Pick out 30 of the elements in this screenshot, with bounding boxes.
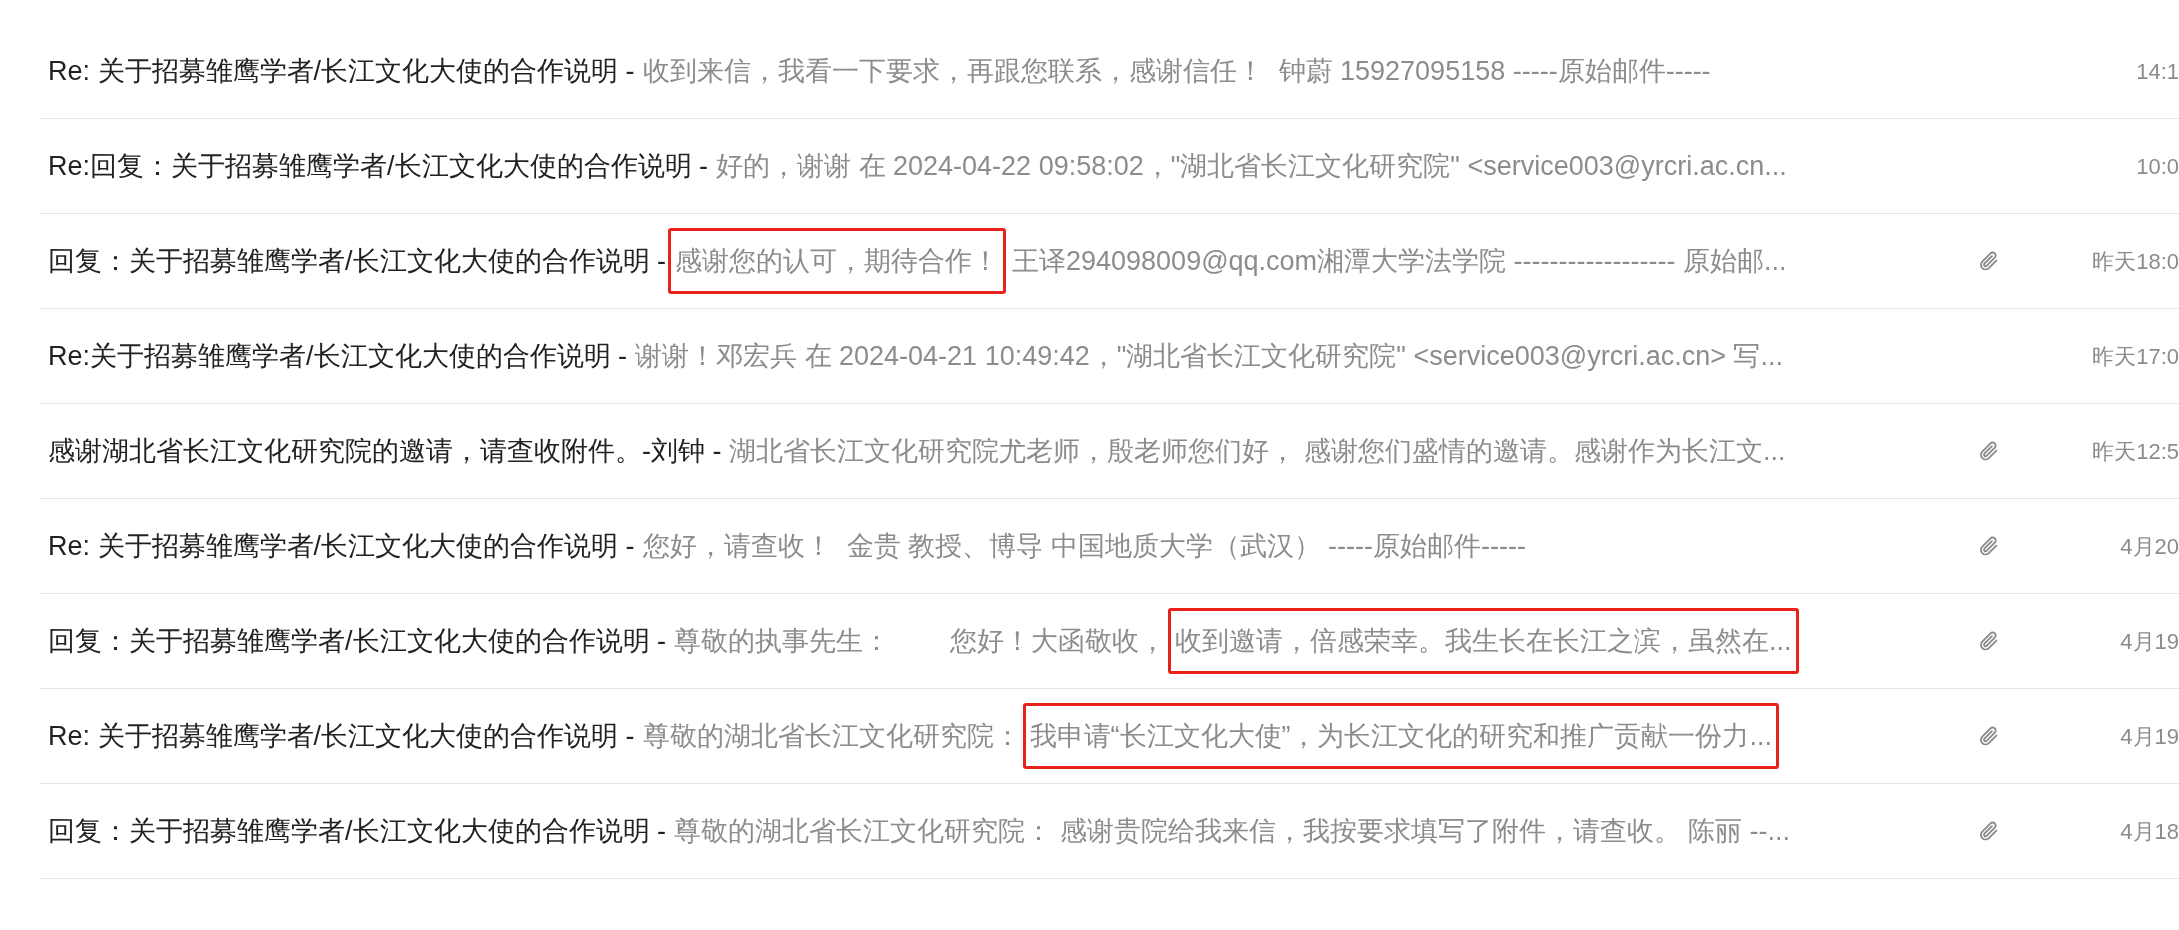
mail-subject[interactable]: 感谢湖北省长江文化研究院的邀请，请查收附件。-刘钟 - <box>48 430 722 472</box>
mail-preview: 尊敬的湖北省长江文化研究院： <box>642 719 1021 753</box>
mail-subject[interactable]: Re: 关于招募雏鹰学者/长江文化大使的合作说明 - <box>48 715 635 757</box>
highlighted-preview: 我申请“长江文化大使”，为长江文化的研究和推广贡献一份力... <box>1022 702 1779 770</box>
mail-subject[interactable]: 回复：关于招募雏鹰学者/长江文化大使的合作说明 - <box>48 620 666 662</box>
mail-preview: 湖北省长江文化研究院尤老师，殷老师您们好， 感谢您们盛情的邀请。感谢作为长江文... <box>729 434 1786 468</box>
mail-preview: 尊敬的执事先生： 您好！大函敬收， <box>674 624 1166 658</box>
mail-time: 昨天17:0 <box>2092 342 2179 371</box>
mail-time: 4月18 <box>2120 817 2179 846</box>
mail-preview: 王译294098009@qq.com湘潭大学法学院 ------------------ 原始邮... <box>1012 244 1787 278</box>
mail-subject[interactable]: Re: 关于招募雏鹰学者/长江文化大使的合作说明 - <box>48 525 635 567</box>
highlighted-preview: 感谢您的认可，期待合作！ <box>668 227 1006 295</box>
mail-preview: 尊敬的湖北省长江文化研究院： 感谢贵院给我来信，我按要求填写了附件，请查收。 陈丽 --... <box>674 814 1790 848</box>
mail-preview: 收到来信，我看一下要求，再跟您联系，感谢信任！ 钟蔚 15927095158 -----原始邮件----- <box>642 54 1711 88</box>
mail-time: 昨天12:5 <box>2092 437 2179 466</box>
mail-time: 10:0 <box>2136 152 2179 181</box>
mail-subject[interactable]: Re: 关于招募雏鹰学者/长江文化大使的合作说明 - <box>48 50 635 92</box>
mail-preview: 谢谢！邓宏兵 在 2024-04-21 10:49:42，"湖北省长江文化研究院" <service003@yrcri.ac.cn> 写... <box>635 339 1783 373</box>
mail-subject[interactable]: Re:回复：关于招募雏鹰学者/长江文化大使的合作说明 - <box>48 145 708 187</box>
mail-subject[interactable]: Re:关于招募雏鹰学者/长江文化大使的合作说明 - <box>48 335 627 377</box>
mail-subject[interactable]: 回复：关于招募雏鹰学者/长江文化大使的合作说明 - <box>48 240 666 282</box>
highlighted-preview: 收到邀请，倍感荣幸。我生长在长江之滨，虽然在... <box>1168 607 1799 675</box>
mail-subject[interactable]: 回复：关于招募雏鹰学者/长江文化大使的合作说明 - <box>48 810 666 852</box>
mail-time: 14:1 <box>2136 57 2179 86</box>
mail-preview: 好的，谢谢 在 2024-04-22 09:58:02，"湖北省长江文化研究院" <service003@yrcri.ac.cn... <box>716 149 1787 183</box>
mail-time: 昨天18:0 <box>2092 247 2179 276</box>
mail-preview: 您好，请查收！ 金贵 教授、博导 中国地质大学（武汉） -----原始邮件----- <box>642 529 1526 563</box>
mail-time: 4月19 <box>2120 627 2179 656</box>
mail-time: 4月19 <box>2120 722 2179 751</box>
mail-time: 4月20 <box>2120 532 2179 561</box>
